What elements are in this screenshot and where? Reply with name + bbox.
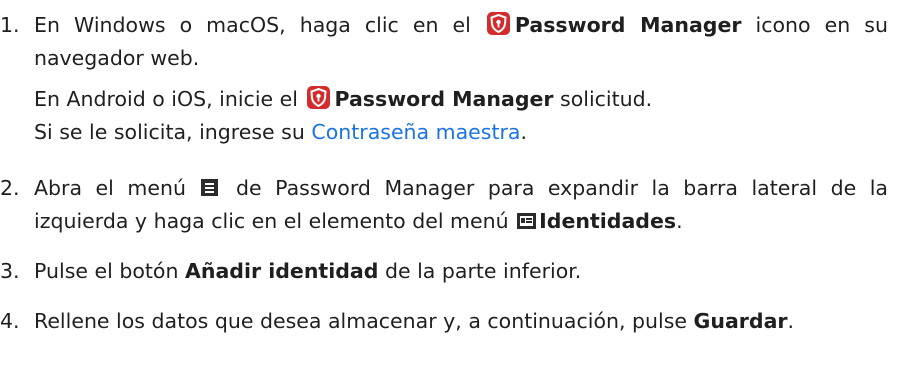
- note-text: solicitud.: [560, 87, 653, 111]
- product-name: Password Manager: [514, 13, 742, 37]
- step-1: 1. En Windows o macOS, haga clic en el P…: [0, 9, 902, 149]
- password-manager-shield-icon: [306, 86, 330, 109]
- note-text: En Android o iOS, inicie el: [34, 87, 298, 111]
- step-3: 3. Pulse el botón Añadir identidad de la…: [0, 255, 902, 288]
- note-text: .: [520, 120, 528, 144]
- step-text: En Windows o macOS, haga clic en el: [34, 13, 471, 37]
- step-text: Rellene los datos que desea almacenar y,…: [34, 309, 688, 333]
- id-card-icon: [517, 213, 537, 229]
- step-number: 4.: [0, 309, 20, 333]
- step-number: 1.: [0, 13, 20, 37]
- step-4: 4. Rellene los datos que desea almacenar…: [0, 305, 902, 338]
- step-text: de la parte inferior.: [384, 259, 582, 283]
- menu-item-name: Identidades: [539, 209, 677, 233]
- button-name: Añadir identidad: [184, 259, 379, 283]
- step-text: Abra el menú: [34, 176, 186, 200]
- step-number: 2.: [0, 176, 20, 200]
- step-number: 3.: [0, 259, 20, 283]
- password-manager-shield-icon: [486, 12, 510, 35]
- instruction-list: 1. En Windows o macOS, haga clic en el P…: [0, 9, 902, 338]
- step-text: .: [676, 209, 683, 233]
- step-text: .: [787, 309, 795, 333]
- product-name: Password Manager: [334, 87, 554, 111]
- step-2: 2. Abra el menú de Password Manager para…: [0, 172, 902, 238]
- note-text: Si se le solicita, ingrese su: [34, 120, 305, 144]
- step-text: Pulse el botón: [34, 259, 179, 283]
- hamburger-menu-icon: [201, 179, 219, 196]
- button-name: Guardar: [693, 309, 788, 333]
- step-1-password-note: Si se le solicita, ingrese su Contraseña…: [34, 116, 888, 149]
- master-password-link[interactable]: Contraseña maestra: [311, 120, 520, 144]
- step-1-android-note: En Android o iOS, inicie el Password Man…: [34, 83, 888, 116]
